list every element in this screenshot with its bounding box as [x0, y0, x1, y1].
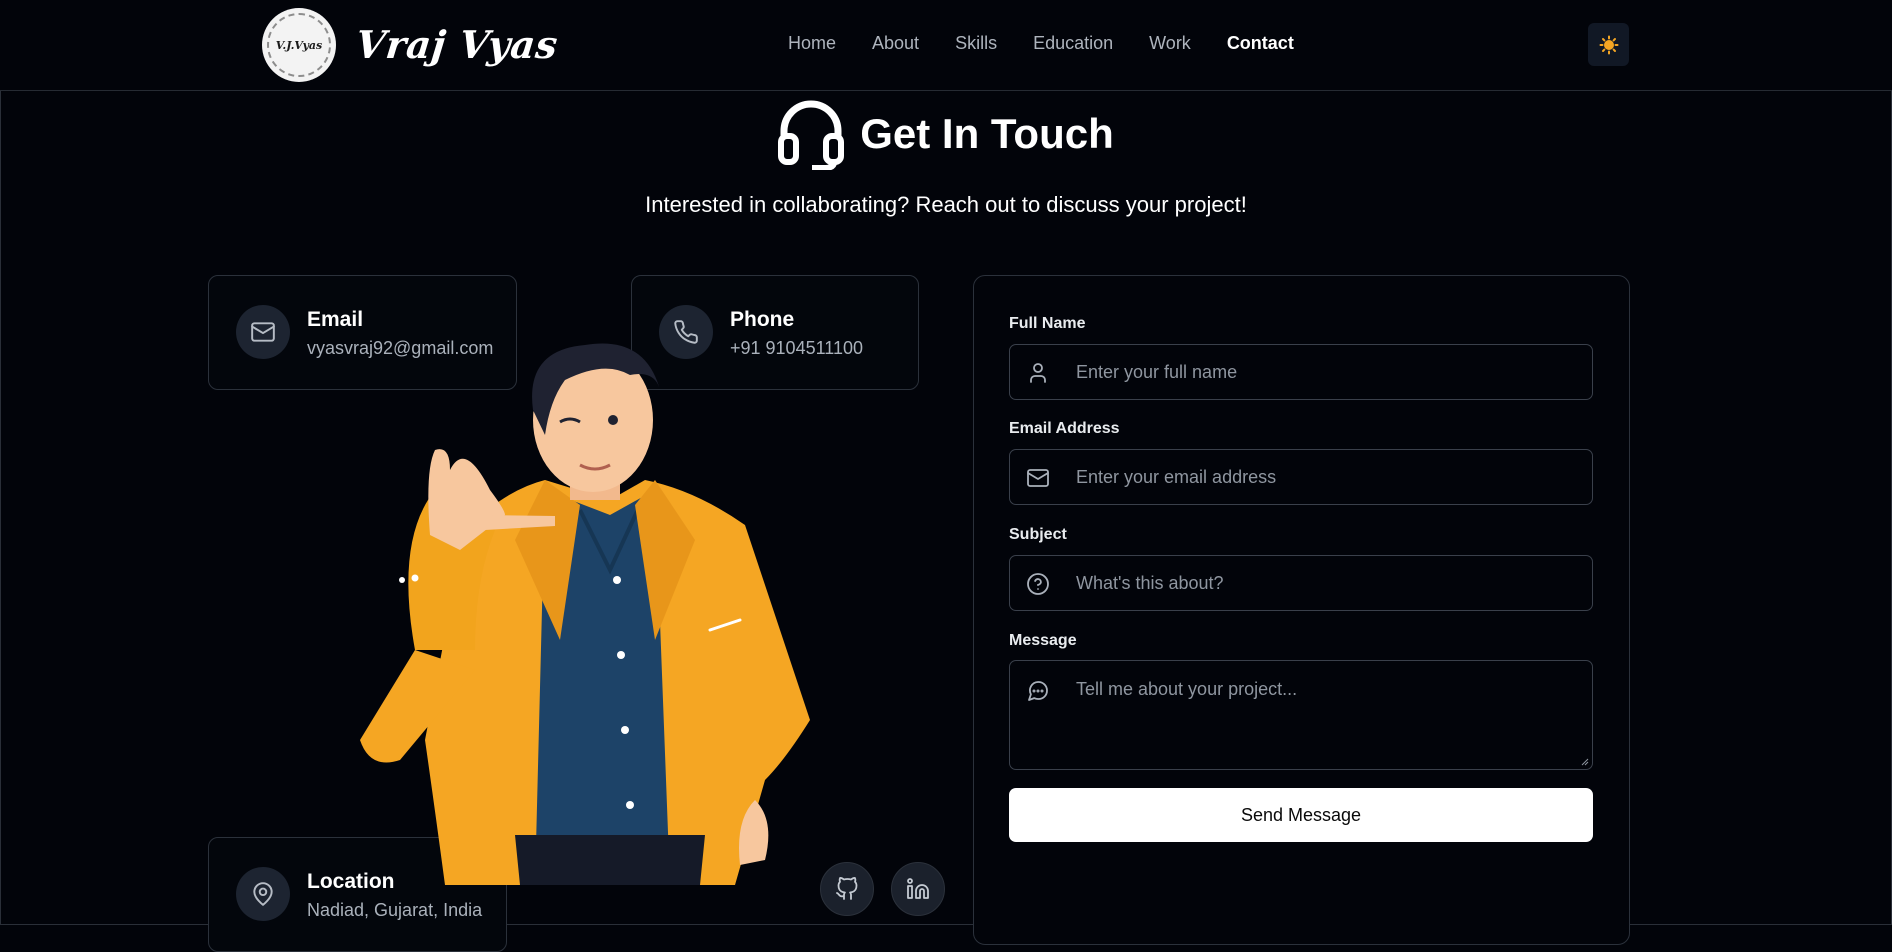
message-input[interactable]	[1076, 679, 1576, 759]
mail-icon	[251, 322, 275, 342]
mail-icon	[1027, 469, 1049, 487]
subject-input[interactable]	[1076, 556, 1576, 610]
linkedin-button[interactable]	[891, 862, 945, 916]
github-icon	[836, 877, 858, 900]
headset-icon	[778, 100, 845, 170]
nav-about[interactable]: About	[872, 33, 919, 54]
map-pin-icon	[253, 882, 273, 906]
brand-name[interactable]: Vraj Vyas	[354, 22, 560, 67]
nav-contact[interactable]: Contact	[1227, 33, 1294, 54]
location-icon-circle	[236, 867, 290, 921]
section-subtitle: Interested in collaborating? Reach out t…	[645, 192, 1247, 217]
nav-links: Home About Skills Education Work Contact	[788, 33, 1294, 54]
send-message-button[interactable]: Send Message	[1009, 788, 1593, 842]
logo-text: V.J.Vyas	[267, 13, 331, 77]
section-heading: Get In Touch	[0, 98, 1892, 170]
linkedin-icon	[907, 878, 929, 899]
subject-field[interactable]	[1009, 555, 1593, 611]
email-icon-circle	[236, 305, 290, 359]
nav-skills[interactable]: Skills	[955, 33, 997, 54]
nav-work[interactable]: Work	[1149, 33, 1191, 54]
message-circle-icon	[1028, 681, 1048, 701]
location-card-value: Nadiad, Gujarat, India	[307, 900, 483, 920]
subject-label: Subject	[1009, 526, 1067, 543]
message-label: Message	[1009, 632, 1077, 649]
navbar: V.J.Vyas Vraj Vyas Home About Skills Edu…	[0, 0, 1892, 91]
section-title: Get In Touch	[860, 110, 1114, 157]
user-icon	[1030, 363, 1046, 383]
name-label: Full Name	[1009, 315, 1086, 332]
email-label: Email Address	[1009, 420, 1120, 437]
character-illustration	[360, 343, 810, 885]
email-field[interactable]	[1009, 449, 1593, 505]
message-field[interactable]	[1009, 660, 1593, 770]
help-circle-icon	[1027, 573, 1049, 595]
sun-icon	[1599, 35, 1618, 54]
nav-education[interactable]: Education	[1033, 33, 1113, 54]
name-field[interactable]	[1009, 344, 1593, 400]
email-input[interactable]	[1076, 450, 1576, 504]
phone-card-label: Phone	[730, 308, 795, 331]
email-card-label: Email	[307, 308, 364, 331]
theme-toggle-button[interactable]	[1588, 23, 1629, 66]
github-button[interactable]	[820, 862, 874, 916]
nav-home[interactable]: Home	[788, 33, 836, 54]
logo[interactable]: V.J.Vyas	[262, 8, 336, 82]
name-input[interactable]	[1076, 345, 1576, 399]
resize-grip-icon[interactable]	[1581, 758, 1589, 766]
